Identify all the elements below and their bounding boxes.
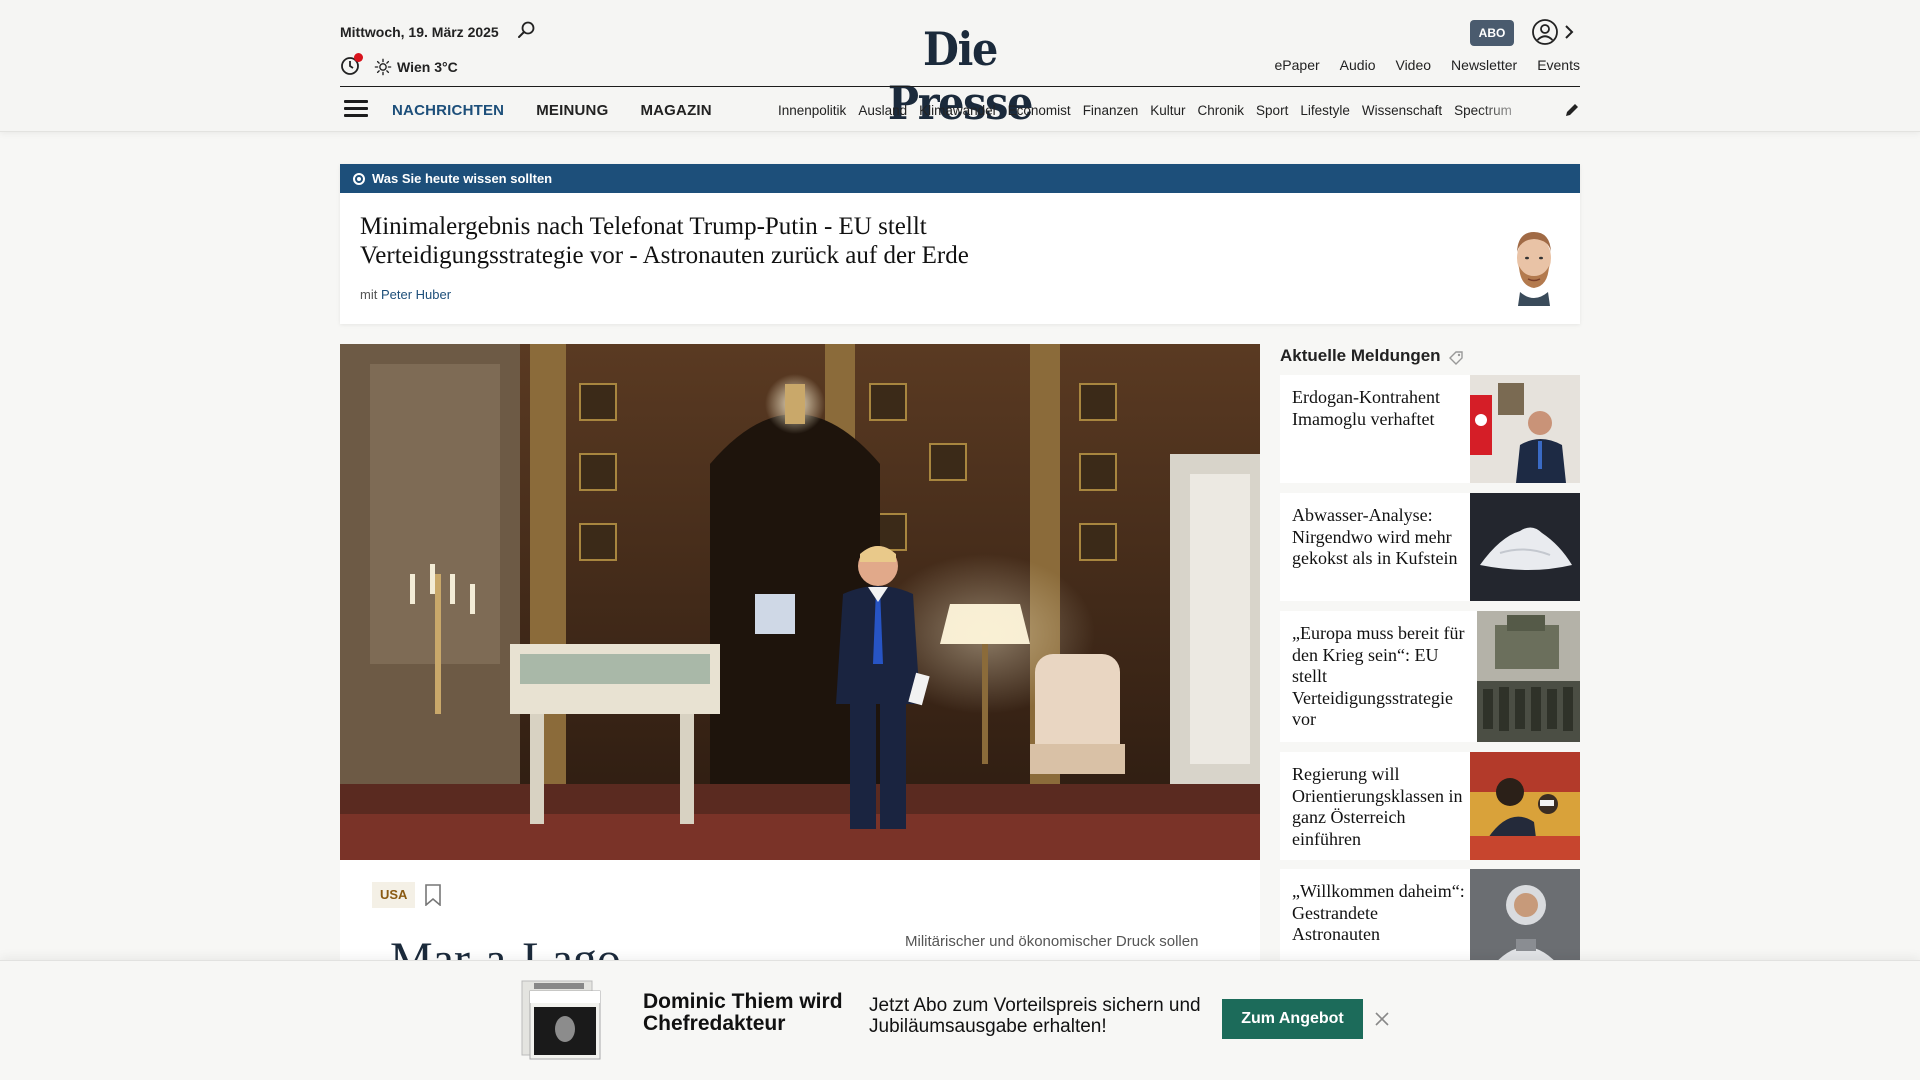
nav-meinung[interactable]: MEINUNG: [536, 102, 608, 119]
author-link[interactable]: Peter Huber: [381, 287, 451, 302]
newspaper-image: [521, 980, 601, 1060]
history-icon[interactable]: [340, 53, 363, 76]
news-item[interactable]: „Europa muss bereit für den Krieg sein“:…: [1280, 611, 1580, 742]
chevron-right-icon[interactable]: [1562, 22, 1576, 42]
briefing-label: Was Sie heute wissen sollten: [372, 171, 553, 186]
sun-icon: [374, 58, 392, 76]
news-item-text: Abwasser-Analyse: Nirgendwo wird mehr ge…: [1292, 505, 1458, 568]
link-epaper[interactable]: ePaper: [1275, 57, 1320, 73]
live-dot-icon: [353, 173, 365, 185]
category-tag[interactable]: USA: [372, 882, 416, 908]
hero-photo: [340, 344, 1260, 860]
news-item[interactable]: Erdogan-Kontrahent Imamoglu verhaftet: [1280, 375, 1580, 483]
briefing-title[interactable]: Minimalergebnis nach Telefonat Trump-Put…: [360, 212, 1060, 270]
news-thumbnail: [1470, 375, 1580, 483]
section-finanzen[interactable]: Finanzen: [1083, 103, 1139, 118]
section-economist[interactable]: Economist: [1008, 103, 1071, 118]
section-wissenschaft[interactable]: Wissenschaft: [1362, 103, 1442, 118]
briefing-author: mit Peter Huber: [360, 287, 452, 302]
news-item[interactable]: „Willkommen daheim“: Gestrandete Astrona…: [1280, 869, 1580, 969]
hamburger-menu-icon[interactable]: [344, 100, 368, 118]
news-thumbnail: [1470, 869, 1580, 969]
news-thumbnail: [1477, 611, 1580, 742]
author-avatar: [1517, 232, 1551, 306]
daily-briefing[interactable]: Was Sie heute wissen sollten Minimalerge…: [340, 164, 1580, 324]
offer-button[interactable]: Zum Angebot: [1222, 999, 1363, 1039]
news-item-text: „Europa muss bereit für den Krieg sein“:…: [1292, 623, 1465, 729]
subscription-banner: Dominic Thiem wird Chefredakteur Jetzt A…: [0, 960, 1920, 1080]
promo-title: Dominic Thiem wird Chefredakteur: [643, 990, 843, 1035]
close-icon[interactable]: [1374, 1011, 1390, 1027]
nav-nachrichten[interactable]: NACHRICHTEN: [392, 102, 504, 119]
user-icon[interactable]: [1531, 18, 1559, 46]
link-newsletter[interactable]: Newsletter: [1451, 57, 1517, 73]
briefing-bar: Was Sie heute wissen sollten: [340, 164, 1580, 193]
section-nav: Innenpolitik Ausland Klimawandel Economi…: [778, 103, 1538, 118]
abo-button[interactable]: ABO: [1470, 20, 1514, 46]
promo-text: Jetzt Abo zum Vorteilspreis sichern und …: [869, 995, 1201, 1037]
search-icon[interactable]: [516, 20, 536, 40]
top-links: ePaper Audio Video Newsletter Events: [1275, 57, 1580, 73]
header-inner: Mittwoch, 19. März 2025 Wien 3°C Die Pre…: [340, 0, 1580, 132]
news-item-text: „Willkommen daheim“: Gestrandete Astrona…: [1292, 881, 1465, 944]
header-divider: [340, 86, 1580, 87]
section-spectrum[interactable]: Spectrum: [1454, 103, 1512, 118]
main-nav: NACHRICHTEN MEINUNG MAGAZIN: [392, 102, 712, 119]
news-thumbnail: [1470, 752, 1580, 860]
news-item-text: Erdogan-Kontrahent Imamoglu verhaftet: [1292, 387, 1440, 429]
weather-label: Wien 3°C: [397, 59, 458, 75]
news-ticker-title: Aktuelle Meldungen: [1280, 346, 1441, 365]
news-item-text: Regierung will Orientierungsklassen in g…: [1292, 764, 1463, 849]
section-sport[interactable]: Sport: [1256, 103, 1288, 118]
bookmark-icon[interactable]: [424, 884, 442, 906]
notification-dot: [354, 53, 363, 62]
tag-icon: [1449, 351, 1463, 365]
section-chronik[interactable]: Chronik: [1198, 103, 1245, 118]
link-video[interactable]: Video: [1395, 57, 1431, 73]
hero-teaser: Militärischer und ökonomischer Druck sol…: [905, 933, 1199, 950]
pencil-icon[interactable]: [1562, 100, 1582, 120]
section-ausland[interactable]: Ausland: [858, 103, 907, 118]
site-header: Mittwoch, 19. März 2025 Wien 3°C Die Pre…: [0, 0, 1920, 132]
link-audio[interactable]: Audio: [1340, 57, 1376, 73]
news-thumbnail: [1470, 493, 1580, 601]
current-date: Mittwoch, 19. März 2025: [340, 24, 499, 40]
news-item[interactable]: Abwasser-Analyse: Nirgendwo wird mehr ge…: [1280, 493, 1580, 601]
news-item[interactable]: Regierung will Orientierungsklassen in g…: [1280, 752, 1580, 860]
link-events[interactable]: Events: [1537, 57, 1580, 73]
hero-image[interactable]: [340, 344, 1260, 860]
section-innenpolitik[interactable]: Innenpolitik: [778, 103, 846, 118]
section-kultur[interactable]: Kultur: [1150, 103, 1185, 118]
nav-magazin[interactable]: MAGAZIN: [640, 102, 711, 119]
section-lifestyle[interactable]: Lifestyle: [1300, 103, 1350, 118]
section-klimawandel[interactable]: Klimawandel: [919, 103, 996, 118]
